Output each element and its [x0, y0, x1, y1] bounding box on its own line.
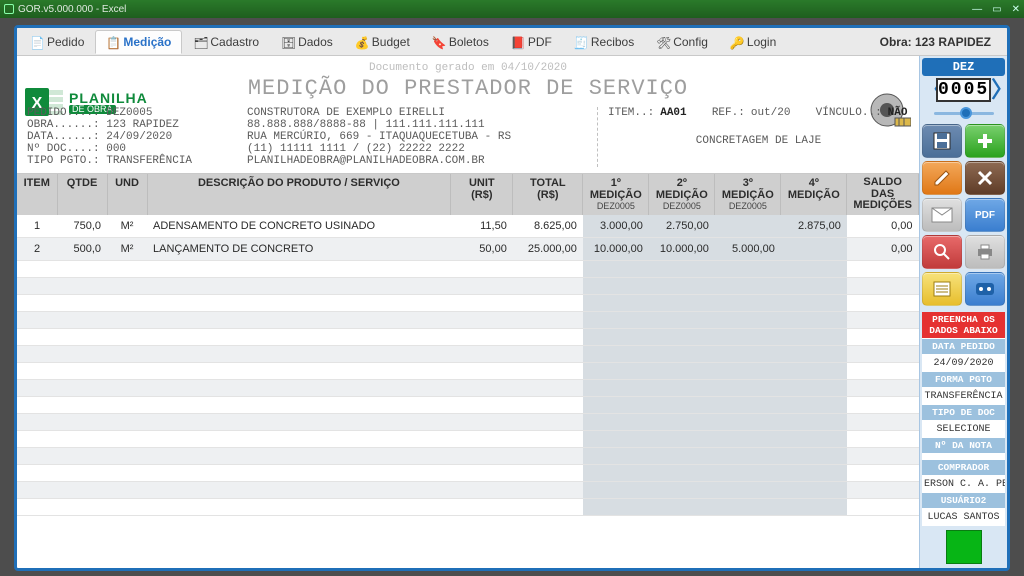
- panel-label: PREENCHA OS DADOS ABAIXO: [922, 312, 1005, 339]
- menu-budget[interactable]: 💰Budget: [344, 30, 421, 54]
- menu-pdf[interactable]: 📕PDF: [500, 30, 563, 54]
- info-left: PEDIDO....: DEZ0005 OBRA......: 123 RAPI…: [27, 107, 237, 167]
- pdf-icon: 📕: [511, 36, 523, 48]
- period-label: DEZ: [922, 58, 1005, 76]
- print-button[interactable]: [965, 235, 1005, 269]
- empty-row: [17, 294, 919, 311]
- app-icon: [4, 4, 14, 14]
- mail-button[interactable]: [922, 198, 962, 232]
- printer-icon: [975, 243, 995, 261]
- empty-row: [17, 447, 919, 464]
- document-area: X PLANILHADE OBRA Documento gerado em 04…: [17, 56, 919, 568]
- list-icon: [932, 280, 952, 298]
- pdf-icon: PDF: [975, 210, 995, 221]
- action-buttons: PDF: [922, 124, 1005, 306]
- minimize-button[interactable]: —: [972, 4, 982, 15]
- menubar: 📄Pedido 📋Medição 🗂Cadastro 🗄Dados 💰Budge…: [17, 28, 1007, 56]
- empty-row: [17, 345, 919, 362]
- gauge-icon: 📋: [106, 36, 118, 48]
- empty-row: [17, 396, 919, 413]
- delete-button[interactable]: [965, 161, 1005, 195]
- menu-boletos[interactable]: 🔖Boletos: [421, 30, 500, 54]
- x-icon: [975, 168, 995, 188]
- register-icon: 🗂: [193, 36, 205, 48]
- chip-icon: [974, 281, 996, 297]
- record-counter: 0005: [936, 78, 991, 102]
- panel-value[interactable]: LUCAS SANTOS: [922, 509, 1005, 526]
- empty-row: [17, 430, 919, 447]
- window-title: GOR.v5.000.000 - Excel: [18, 4, 126, 15]
- menu-dados[interactable]: 🗄Dados: [270, 30, 344, 54]
- key-icon: 🔑: [730, 36, 742, 48]
- app-frame: 📄Pedido 📋Medição 🗂Cadastro 🗄Dados 💰Budge…: [14, 25, 1010, 571]
- empty-row: [17, 362, 919, 379]
- workspace: X PLANILHADE OBRA Documento gerado em 04…: [17, 56, 1007, 568]
- save-button[interactable]: [922, 124, 962, 158]
- empty-row: [17, 498, 919, 515]
- panel-value[interactable]: 24/09/2020: [922, 355, 1005, 372]
- floppy-icon: [932, 131, 952, 151]
- side-panel: DEZ 〈 0005 〉 PDF: [919, 56, 1007, 568]
- plus-icon: [975, 131, 995, 151]
- doc-generated-date: Documento gerado em 04/10/2020: [27, 62, 909, 74]
- doc-icon: 📄: [30, 36, 42, 48]
- prev-record-button[interactable]: 〈: [922, 79, 936, 101]
- empty-row: [17, 481, 919, 498]
- panel-label: DATA PEDIDO: [922, 339, 1005, 355]
- empty-row: [17, 328, 919, 345]
- receipt-icon: 🧾: [574, 36, 586, 48]
- info-mid: CONSTRUTORA DE EXEMPLO EIRELLI 88.888.88…: [247, 107, 587, 167]
- info-right: ITEM..: AA01 REF.: out/20 VÍNCULO..: NÃO…: [597, 107, 909, 167]
- empty-row: [17, 379, 919, 396]
- doc-title: MEDIÇÃO DO PRESTADOR DE SERVIÇO: [27, 76, 909, 101]
- search-button[interactable]: [922, 235, 962, 269]
- panel-label: USUÁRIO2: [922, 493, 1005, 509]
- menu-medicao[interactable]: 📋Medição: [95, 30, 182, 54]
- close-button[interactable]: ✕: [1012, 4, 1020, 15]
- list-button[interactable]: [922, 272, 962, 306]
- pdf-button[interactable]: PDF: [965, 198, 1005, 232]
- barcode-icon: 🔖: [432, 36, 444, 48]
- table-row[interactable]: 2500,0M²LANÇAMENTO DE CONCRETO50,0025.00…: [17, 237, 919, 260]
- form-panels: PREENCHA OS DADOS ABAIXODATA PEDIDO24/09…: [922, 312, 1005, 526]
- menu-login[interactable]: 🔑Login: [719, 30, 787, 54]
- obra-indicator: Obra: 123 RAPIDEZ: [866, 35, 1005, 49]
- panel-value[interactable]: SELECIONE: [922, 421, 1005, 438]
- search-icon: [932, 242, 952, 262]
- empty-row: [17, 413, 919, 430]
- panel-value[interactable]: ERSON C. A. PERE: [922, 476, 1005, 493]
- empty-row: [17, 464, 919, 481]
- excel-titlebar: GOR.v5.000.000 - Excel — ▭ ✕: [0, 0, 1024, 18]
- info-block: PEDIDO....: DEZ0005 OBRA......: 123 RAPI…: [17, 105, 919, 173]
- edit-button[interactable]: [922, 161, 962, 195]
- table-header: ITEM QTDE UND DESCRIÇÃO DO PRODUTO / SER…: [17, 174, 919, 215]
- empty-row: [17, 311, 919, 328]
- next-record-button[interactable]: 〉: [991, 79, 1005, 101]
- pencil-icon: [932, 168, 952, 188]
- panel-label: COMPRADOR: [922, 460, 1005, 476]
- panel-label: TIPO DE DOC: [922, 405, 1005, 421]
- empty-row: [17, 277, 919, 294]
- status-indicator: [946, 530, 982, 564]
- panel-label: FORMA PGTO: [922, 372, 1005, 388]
- budget-icon: 💰: [355, 36, 367, 48]
- menu-config[interactable]: 🛠Config: [645, 30, 719, 54]
- measurement-table[interactable]: ITEM QTDE UND DESCRIÇÃO DO PRODUTO / SER…: [17, 173, 919, 568]
- menu-pedido[interactable]: 📄Pedido: [19, 30, 95, 54]
- data-icon: 🗄: [281, 36, 293, 48]
- service-name: CONCRETAGEM DE LAJE: [608, 135, 909, 147]
- maximize-button[interactable]: ▭: [992, 4, 1001, 15]
- mail-icon: [931, 207, 953, 223]
- menu-recibos[interactable]: 🧾Recibos: [563, 30, 645, 54]
- gear-icon: 🛠: [656, 36, 668, 48]
- empty-row: [17, 260, 919, 277]
- add-button[interactable]: [965, 124, 1005, 158]
- record-slider[interactable]: [926, 106, 1002, 120]
- panel-value[interactable]: TRANSFERÊNCIA: [922, 388, 1005, 405]
- table-row[interactable]: 1750,0M²ADENSAMENTO DE CONCRETO USINADO1…: [17, 215, 919, 238]
- menu-cadastro[interactable]: 🗂Cadastro: [182, 30, 270, 54]
- chip-button[interactable]: [965, 272, 1005, 306]
- panel-label: Nº DA NOTA: [922, 438, 1005, 454]
